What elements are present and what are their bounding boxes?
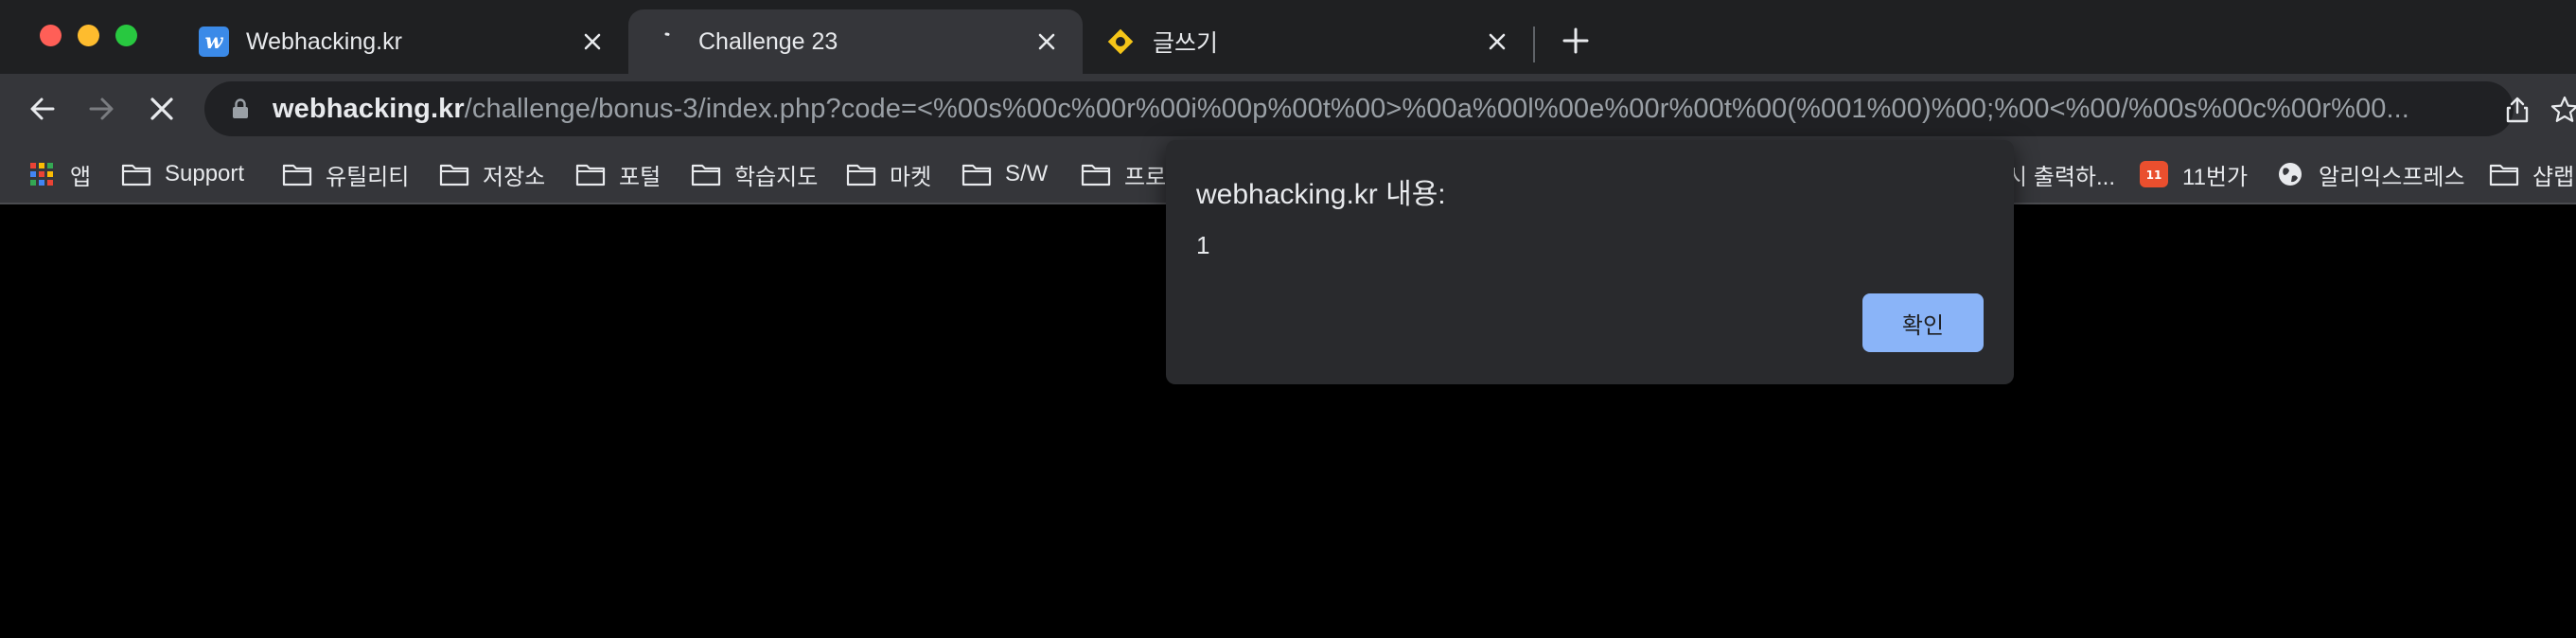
folder-icon [575, 164, 606, 186]
alert-dialog: webhacking.kr 내용: 1 확인 [1166, 140, 2014, 384]
share-icon[interactable] [2502, 95, 2532, 125]
lock-icon[interactable] [229, 97, 252, 120]
address-bar[interactable]: webhacking.kr/challenge/bonus-3/index.ph… [204, 81, 2514, 136]
bookmark-label: 시 출력하... [2006, 164, 2115, 190]
bookmark-star-icon[interactable] [2550, 95, 2576, 125]
bookmark-portal[interactable]: 포털 [575, 153, 661, 195]
url-path: /challenge/bonus-3/index.php?code=<%00s%… [464, 93, 2409, 124]
tab-write-post[interactable]: 글쓰기 [1083, 9, 1533, 74]
close-icon[interactable] [1033, 28, 1060, 55]
tab-challenge-23[interactable]: Challenge 23 [628, 9, 1083, 74]
dialog-title: webhacking.kr 내용: [1196, 179, 1446, 210]
bookmark-label: 샵랩 [2532, 164, 2575, 190]
folder-icon [439, 164, 469, 186]
new-tab-plus-icon[interactable] [1560, 25, 1592, 57]
folder-icon [1081, 164, 1111, 186]
close-icon[interactable] [1484, 28, 1510, 55]
window-minimize-button[interactable] [78, 25, 99, 46]
window-maximize-button[interactable] [115, 25, 137, 46]
bookmark-software[interactable]: S/W [962, 153, 1048, 195]
dialog-message: 1 [1196, 231, 1210, 259]
back-arrow-icon[interactable] [25, 91, 61, 127]
tab-webhacking[interactable]: w Webhacking.kr [176, 9, 628, 74]
bookmark-label: 마켓 [890, 164, 932, 190]
bookmark-shoplab[interactable]: 샵랩 [2489, 153, 2574, 195]
tab-separator [1533, 27, 1535, 62]
bookmark-apps[interactable]: 앱 [26, 153, 91, 195]
bookmark-support[interactable]: Support [121, 153, 244, 195]
folder-icon [691, 164, 721, 186]
url-host: webhacking.kr [273, 93, 465, 124]
bookmark-label: S/W [1005, 161, 1049, 186]
bookmark-label: 저장소 [483, 164, 546, 190]
folder-icon [962, 164, 992, 186]
apps-grid-icon [30, 163, 53, 186]
tab-title: Challenge 23 [698, 27, 838, 55]
folder-icon [121, 164, 151, 186]
bookmark-11st[interactable]: 11 11번가 [2139, 153, 2248, 195]
bookmark-aliexpress[interactable]: 알리익스프레스 [2275, 153, 2465, 195]
bookmark-label: 포털 [619, 164, 662, 190]
folder-icon [282, 164, 312, 186]
bookmark-label: 11번가 [2182, 164, 2249, 190]
tab-title: Webhacking.kr [246, 27, 402, 55]
folder-icon [2489, 164, 2519, 186]
webhacking-favicon-icon: w [199, 27, 229, 57]
url-text: webhacking.kr/challenge/bonus-3/index.ph… [273, 94, 2409, 125]
bookmark-utility[interactable]: 유틸리티 [282, 153, 409, 195]
svg-text:11: 11 [2146, 168, 2162, 182]
bookmark-label: 프로 [1124, 164, 1167, 190]
bookmark-label: 학습지도 [734, 164, 819, 190]
11st-icon: 11 [2140, 161, 2168, 187]
globe-icon [2279, 163, 2302, 186]
bookmark-study-guide[interactable]: 학습지도 [691, 153, 818, 195]
forward-arrow-icon[interactable] [83, 91, 119, 127]
browser-toolbar: webhacking.kr/challenge/bonus-3/index.ph… [0, 74, 2576, 144]
bookmark-label: 앱 [70, 164, 92, 190]
diamond-favicon-icon [1106, 27, 1135, 56]
loading-spinner-icon [664, 32, 670, 36]
close-icon[interactable] [579, 28, 606, 55]
bookmark-print[interactable]: 시 출력하... [2006, 153, 2115, 195]
bookmark-market[interactable]: 마켓 [846, 153, 931, 195]
bookmark-label: Support [165, 161, 245, 186]
bookmark-storage[interactable]: 저장소 [439, 153, 545, 195]
tab-title: 글쓰기 [1153, 30, 1219, 57]
tab-strip: w Webhacking.kr Challenge 23 글쓰기 [0, 0, 2576, 74]
bookmark-label: 알리익스프레스 [2319, 164, 2465, 190]
stop-loading-icon[interactable] [144, 91, 180, 127]
window-close-button[interactable] [40, 25, 62, 46]
bookmark-pro[interactable]: 프로 [1081, 153, 1166, 195]
bookmark-label: 유틸리티 [326, 164, 410, 190]
ok-button[interactable]: 확인 [1862, 293, 1984, 352]
folder-icon [846, 164, 876, 186]
